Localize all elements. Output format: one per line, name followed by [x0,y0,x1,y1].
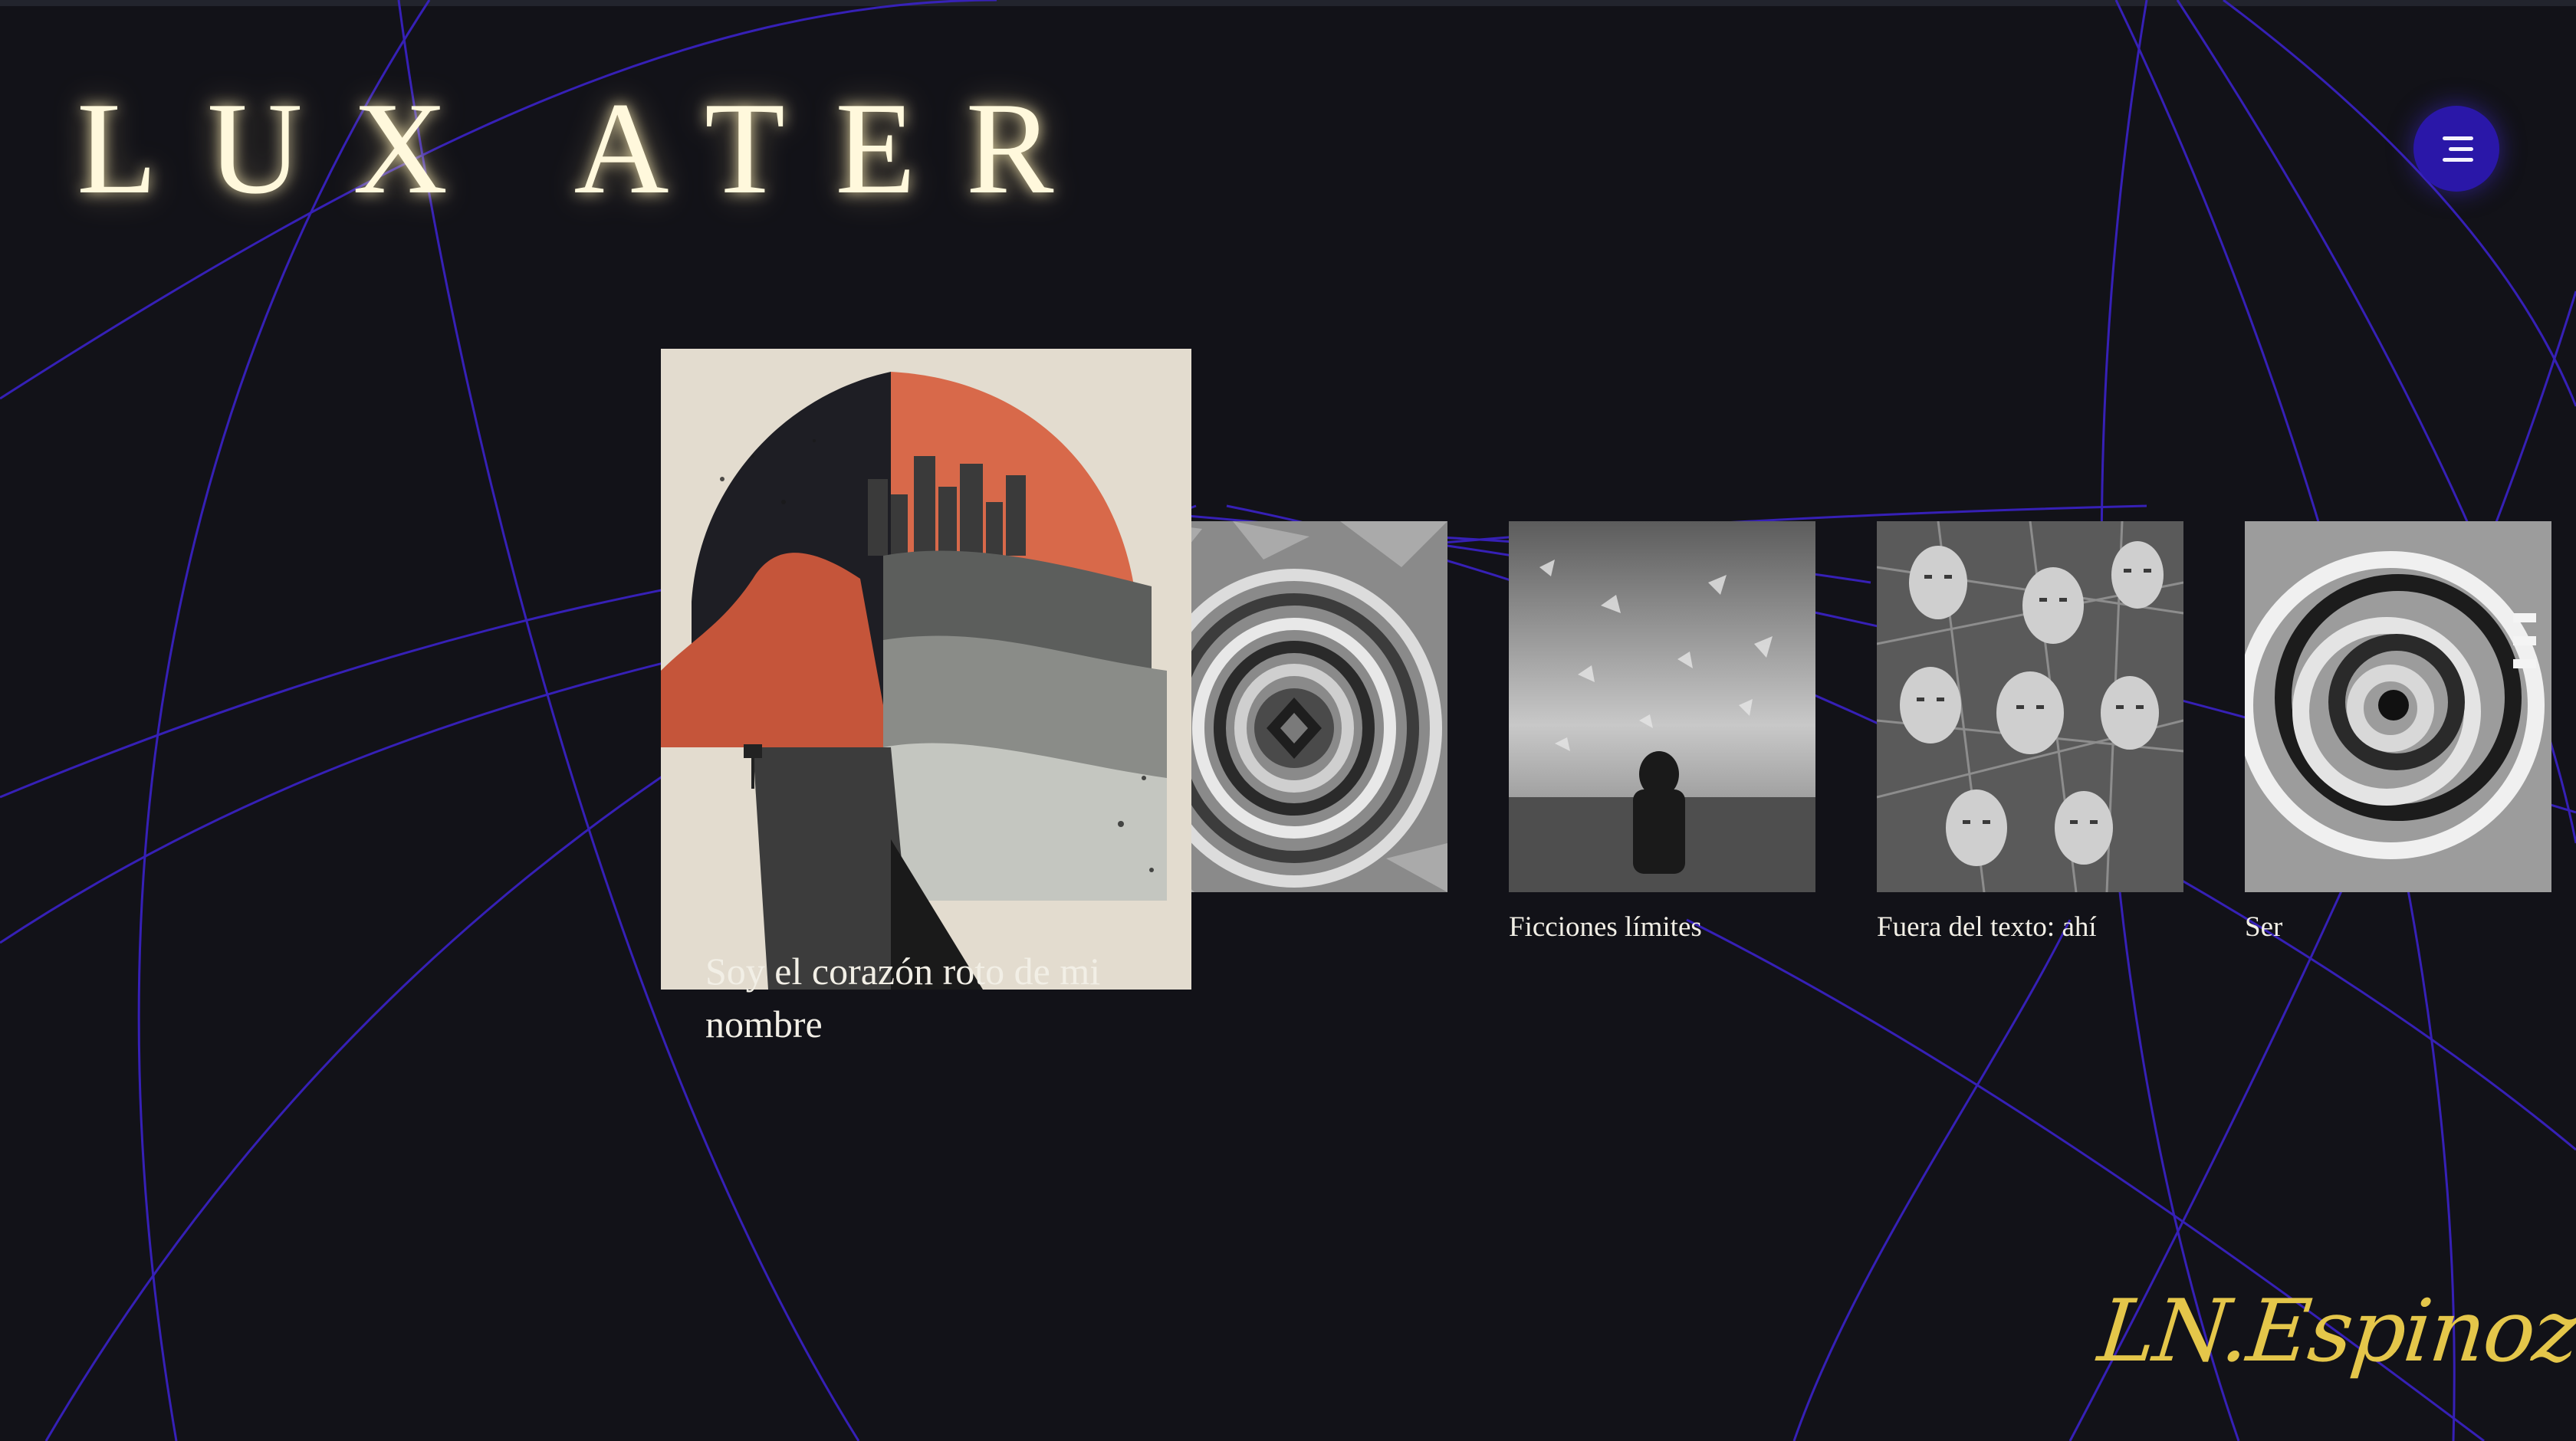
gallery-item-2-caption: Ficciones límites [1509,911,1702,943]
gallery-featured-item[interactable]: Soy el corazón roto de mi nombre [661,349,1191,1054]
gallery-item-4-caption: Ser [2245,911,2283,943]
gallery-item-2[interactable]: Ficciones límites [1509,521,1815,996]
gallery-featured-image [661,349,1191,990]
gallery-item-4[interactable]: Ser [2245,521,2551,996]
gallery-item-2-image [1509,521,1815,892]
author-signature: LN.Espinoza [2094,1282,2576,1381]
gallery-item-3-caption: Fuera del texto: ahí [1877,911,2097,943]
gallery-item-3[interactable]: Fuera del texto: ahí [1877,521,2183,996]
gallery-featured-caption: Soy el corazón roto de mi nombre [705,950,1101,1045]
site-title: LUX ATER [77,76,1104,222]
gallery-item-4-image [2245,521,2551,892]
gallery-item-3-image [1877,521,2183,892]
menu-button[interactable] [2413,106,2499,192]
